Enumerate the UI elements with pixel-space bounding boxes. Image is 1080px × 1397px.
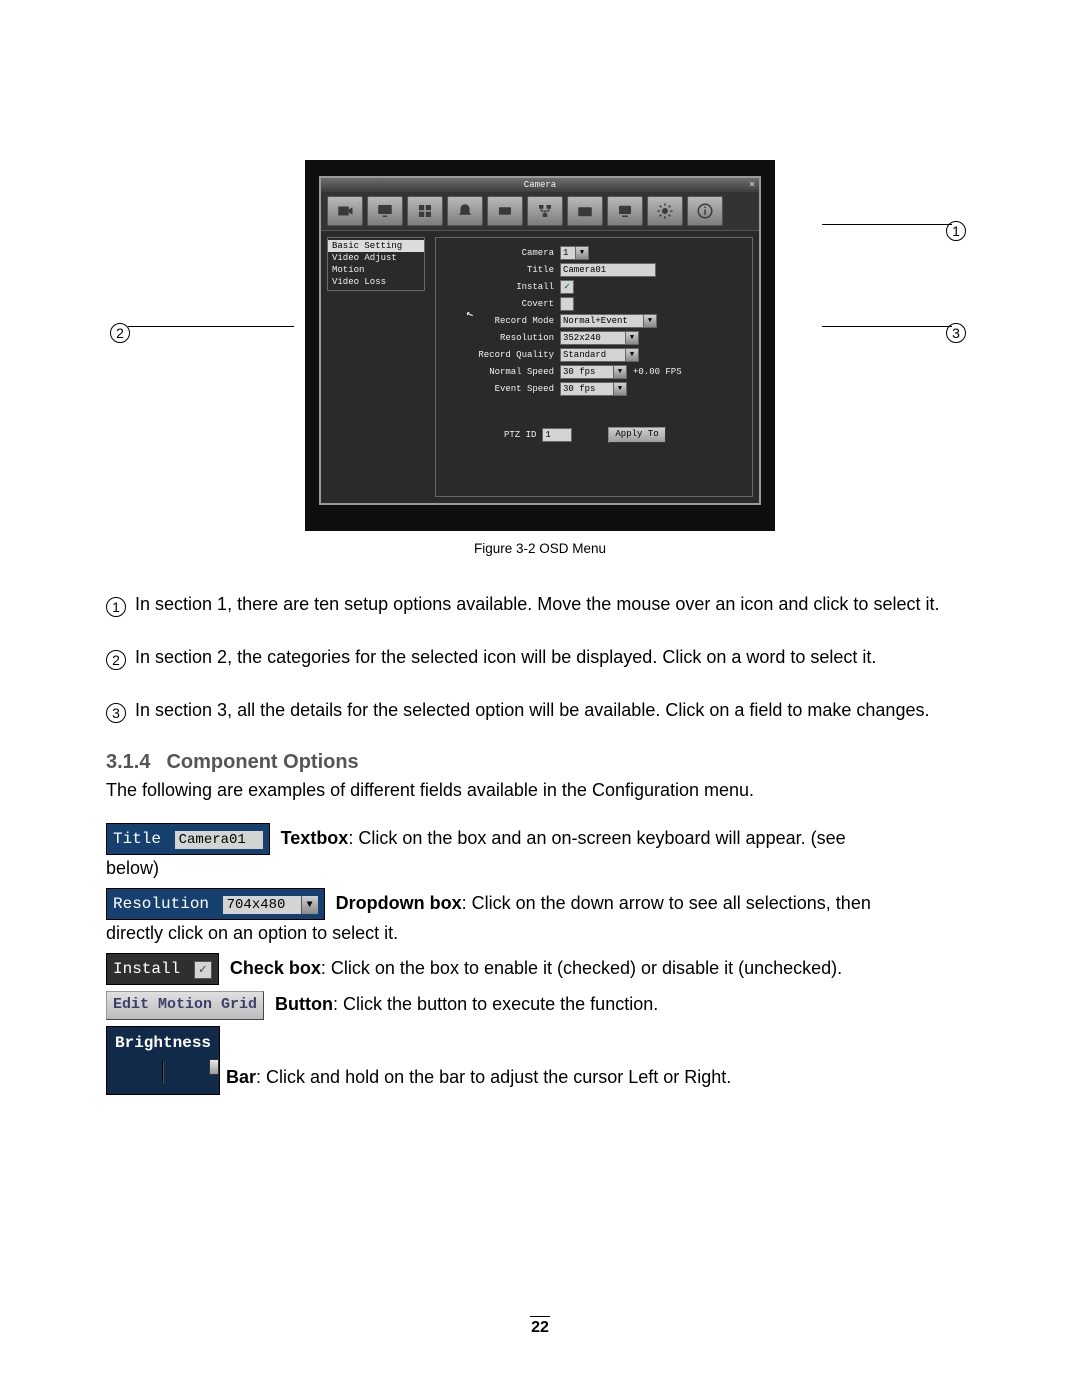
- covert-checkbox[interactable]: [560, 297, 574, 311]
- toolbar-network-icon[interactable]: [527, 196, 563, 226]
- page-number: 22: [0, 1316, 1080, 1337]
- install-checkbox[interactable]: ✓: [560, 280, 574, 294]
- record-quality-label: Record Quality: [444, 350, 560, 360]
- title-label: Title: [444, 265, 560, 275]
- camera-label: Camera: [444, 248, 560, 258]
- ptz-id-label: PTZ ID: [504, 430, 536, 440]
- event-speed-label: Event Speed: [444, 384, 560, 394]
- record-mode-select[interactable]: Normal+Event▼: [560, 314, 657, 328]
- record-mode-label: Record Mode: [444, 316, 560, 326]
- callout-2: 2: [110, 316, 134, 343]
- paragraph-2: 2 In section 2, the categories for the s…: [106, 645, 974, 670]
- snippet-button[interactable]: Edit Motion Grid: [106, 991, 264, 1020]
- toolbar-monitor-icon[interactable]: [367, 196, 403, 226]
- close-icon[interactable]: ✕: [749, 179, 755, 193]
- title-input[interactable]: Camera01: [560, 263, 656, 277]
- event-speed-select[interactable]: 30 fps▼: [560, 382, 627, 396]
- section-intro: The following are examples of different …: [106, 780, 974, 801]
- covert-label: Covert: [444, 299, 560, 309]
- chevron-down-icon[interactable]: ▼: [625, 332, 638, 344]
- osd-main-panel: ↖ Camera 1▼ Title Camera01 Insta: [435, 237, 753, 497]
- ptz-id-input[interactable]: 1: [542, 428, 572, 442]
- normal-speed-label: Normal Speed: [444, 367, 560, 377]
- callout-line-1: [822, 224, 952, 225]
- sidebar-item-video-adjust[interactable]: Video Adjust: [328, 252, 424, 264]
- apply-to-button[interactable]: Apply To: [608, 427, 665, 443]
- example-button: Edit Motion Grid Button: Click the butto…: [106, 991, 974, 1020]
- toolbar-record-icon[interactable]: [407, 196, 443, 226]
- toolbar-info-icon[interactable]: [687, 196, 723, 226]
- chevron-down-icon[interactable]: ▼: [575, 247, 588, 259]
- figure-osd-menu: 1 2 3 Camera ✕: [240, 160, 840, 531]
- toolbar-display-icon[interactable]: [607, 196, 643, 226]
- snippet-dropdown: Resolution 704x480 ▼: [106, 888, 325, 920]
- snippet-bar-thumb[interactable]: [209, 1059, 219, 1075]
- osd-toolbar: [321, 192, 759, 231]
- snippet-textbox-field[interactable]: Camera01: [175, 831, 263, 849]
- callout-3: 3: [946, 316, 970, 343]
- snippet-bar: Brightness: [106, 1026, 220, 1095]
- section-heading: 3.1.4Component Options: [106, 751, 974, 774]
- snippet-dropdown-field[interactable]: 704x480 ▼: [223, 896, 318, 914]
- callout-1: 1: [946, 214, 970, 241]
- paragraph-1: 1 In section 1, there are ten setup opti…: [106, 592, 974, 617]
- chevron-down-icon[interactable]: ▼: [613, 366, 626, 378]
- chevron-down-icon[interactable]: ▼: [643, 315, 656, 327]
- toolbar-alarm-icon[interactable]: [447, 196, 483, 226]
- record-quality-select[interactable]: Standard▼: [560, 348, 639, 362]
- example-checkbox: Install ✓ Check box: Click on the box to…: [106, 953, 974, 985]
- figure-caption: Figure 3-2 OSD Menu: [106, 541, 974, 556]
- snippet-bar-track[interactable]: [162, 1061, 164, 1083]
- camera-select[interactable]: 1▼: [560, 246, 589, 260]
- resolution-label: Resolution: [444, 333, 560, 343]
- snippet-checkbox: Install ✓: [106, 953, 219, 985]
- callout-line-2: [128, 326, 294, 327]
- sidebar-item-motion[interactable]: Motion: [328, 264, 424, 276]
- example-textbox: Title Camera01 Textbox: Click on the box…: [106, 823, 974, 882]
- chevron-down-icon[interactable]: ▼: [625, 349, 638, 361]
- callout-line-3: [822, 326, 952, 327]
- sidebar-item-video-loss[interactable]: Video Loss: [328, 276, 424, 288]
- snippet-checkbox-field[interactable]: ✓: [194, 961, 212, 979]
- normal-speed-extra: +0.00 FPS: [633, 367, 682, 377]
- example-bar: Brightness Bar: Click and hold on the ba…: [106, 1026, 974, 1095]
- example-dropdown: Resolution 704x480 ▼ Dropdown box: Click…: [106, 888, 974, 947]
- install-label: Install: [444, 282, 560, 292]
- toolbar-system-icon[interactable]: [647, 196, 683, 226]
- toolbar-snapshot-icon[interactable]: [567, 196, 603, 226]
- snippet-textbox: Title Camera01: [106, 823, 270, 855]
- chevron-down-icon[interactable]: ▼: [301, 896, 318, 914]
- sidebar-item-basic-setting[interactable]: Basic Setting: [328, 240, 424, 252]
- paragraph-3: 3 In section 3, all the details for the …: [106, 698, 974, 723]
- toolbar-camera-icon[interactable]: [327, 196, 363, 226]
- osd-window-title: Camera ✕: [321, 178, 759, 192]
- normal-speed-select[interactable]: 30 fps▼: [560, 365, 627, 379]
- toolbar-disk-icon[interactable]: [487, 196, 523, 226]
- resolution-select[interactable]: 352x240▼: [560, 331, 639, 345]
- chevron-down-icon[interactable]: ▼: [613, 383, 626, 395]
- osd-sidebar: Basic Setting Video Adjust Motion Video …: [327, 237, 425, 291]
